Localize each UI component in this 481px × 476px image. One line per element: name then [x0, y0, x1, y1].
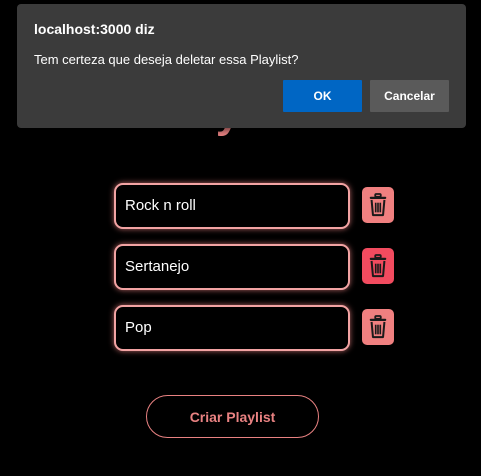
- ok-button[interactable]: OK: [283, 80, 362, 112]
- trash-icon: [369, 315, 387, 339]
- playlist-name-field[interactable]: Pop: [114, 305, 350, 351]
- delete-playlist-button[interactable]: [362, 187, 394, 223]
- delete-playlist-button[interactable]: [362, 309, 394, 345]
- dialog-message: Tem certeza que deseja deletar essa Play…: [34, 52, 299, 67]
- app-page: Playlists Rock n roll Sertanejo: [0, 0, 481, 476]
- delete-playlist-button[interactable]: [362, 248, 394, 284]
- playlist-name-field[interactable]: Sertanejo: [114, 244, 350, 290]
- cancel-button[interactable]: Cancelar: [370, 80, 449, 112]
- confirm-dialog: localhost:3000 diz Tem certeza que desej…: [17, 4, 466, 128]
- create-playlist-button[interactable]: Criar Playlist: [146, 395, 319, 438]
- trash-icon: [369, 193, 387, 217]
- playlist-name-field[interactable]: Rock n roll: [114, 183, 350, 229]
- dialog-title: localhost:3000 diz: [34, 21, 155, 37]
- trash-icon: [369, 254, 387, 278]
